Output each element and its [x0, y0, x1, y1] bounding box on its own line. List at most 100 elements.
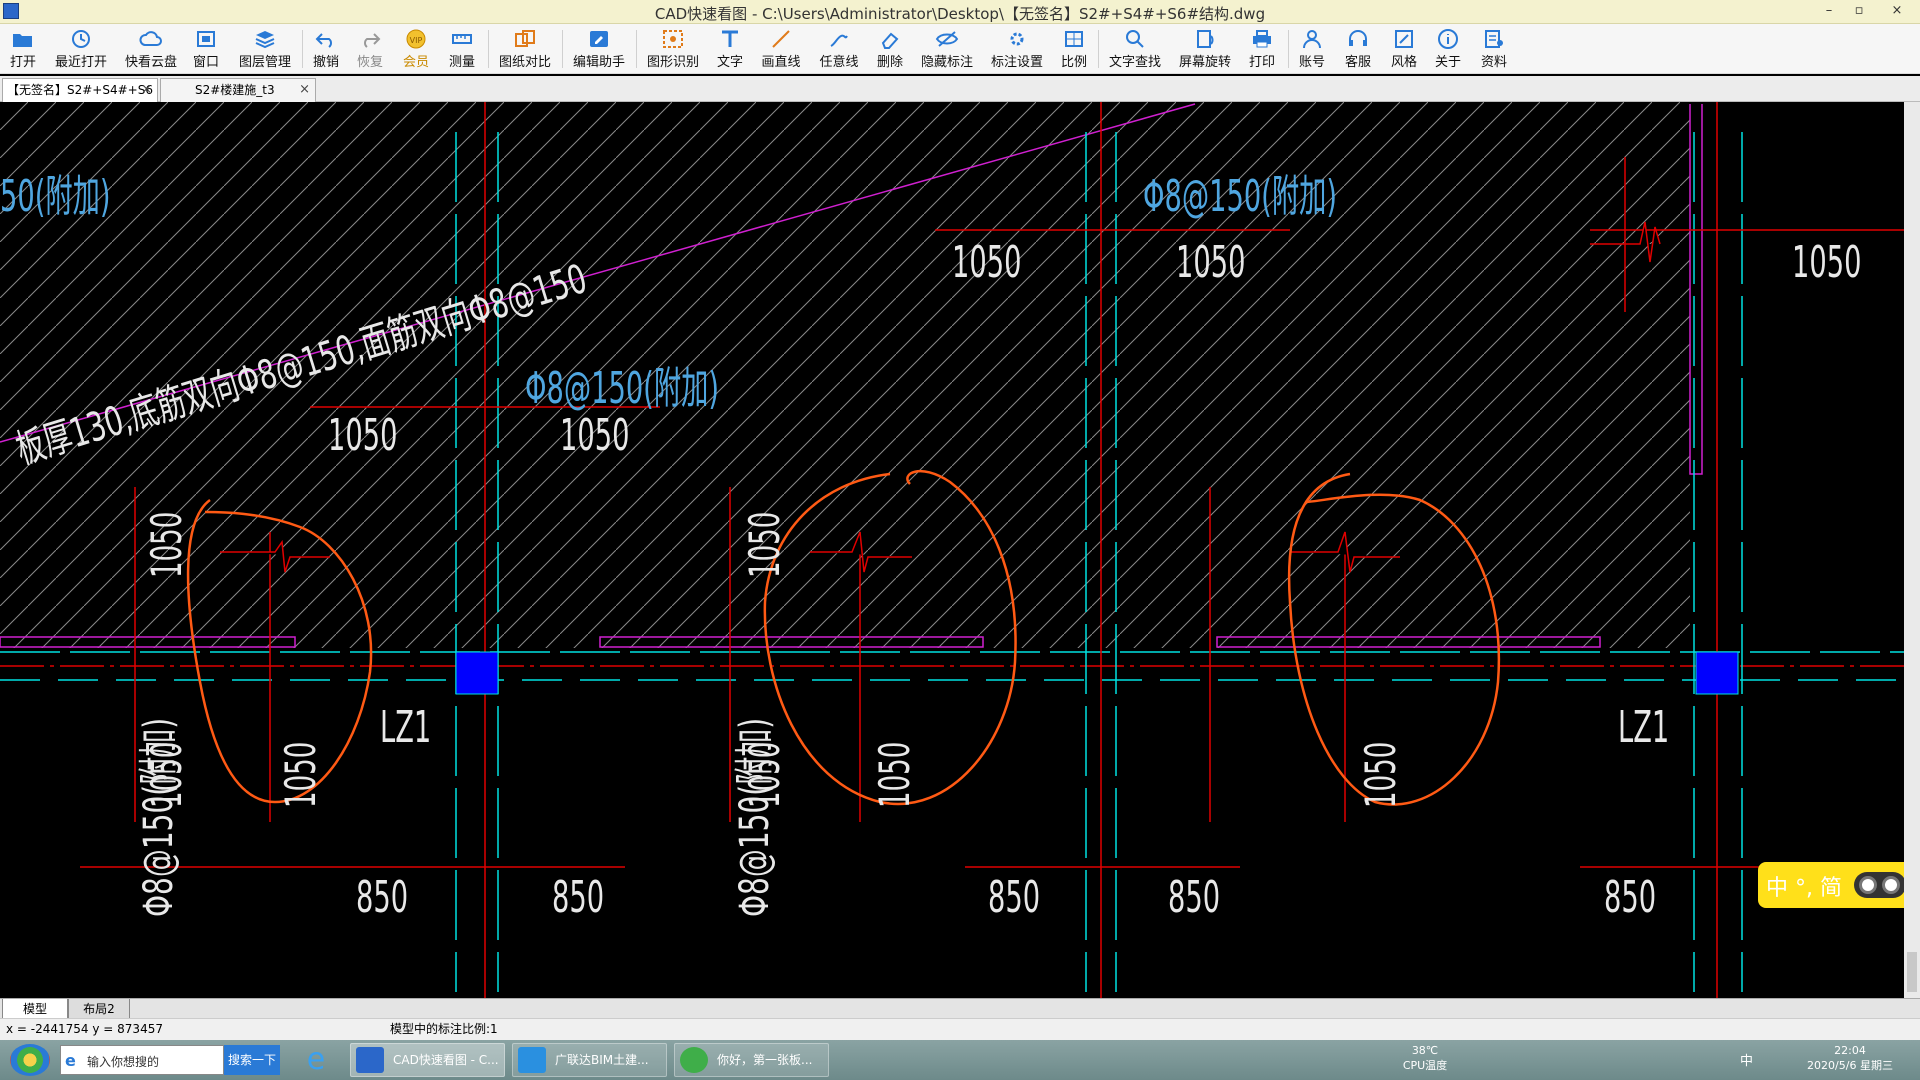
title-bar: CAD快速看图 - C:\Users\Administrator\Desktop…	[0, 0, 1920, 24]
style-icon	[1392, 28, 1416, 50]
cpu-temp: 38℃ CPU温度	[1400, 1044, 1450, 1073]
annotation-settings-button[interactable]: 标注设置	[990, 26, 1044, 72]
open-button[interactable]: 打开	[8, 26, 38, 72]
close-icon[interactable]: ×	[299, 79, 310, 101]
search-button[interactable]: 搜索一下	[224, 1045, 280, 1075]
resources-label: 资料	[1480, 55, 1507, 70]
search-input[interactable]: e 输入你想搜的	[60, 1045, 224, 1075]
delete-button[interactable]: 删除	[876, 26, 904, 72]
layers-button[interactable]: 图层管理	[238, 26, 292, 72]
text-label: 文字	[716, 55, 743, 70]
scrollbar-thumb[interactable]	[1907, 952, 1917, 992]
resources-icon	[1482, 28, 1506, 50]
info-icon	[1436, 28, 1460, 50]
cloud-icon	[139, 28, 163, 50]
dimension-text: 850	[552, 872, 605, 923]
eraser-icon	[878, 28, 902, 50]
task-cad[interactable]: CAD快速看图 - C...	[350, 1043, 505, 1077]
column-marker[interactable]	[455, 651, 499, 695]
start-button[interactable]	[10, 1044, 50, 1076]
text-button[interactable]: 文字	[716, 26, 744, 72]
dimension-text: 1050	[142, 511, 191, 578]
ie-browser-icon[interactable]: e	[300, 1044, 332, 1076]
tab-model[interactable]: 模型	[2, 999, 68, 1019]
tab-layout2[interactable]: 布局2	[68, 999, 130, 1019]
undo-button[interactable]: 撤销	[312, 26, 340, 72]
dimension-text: 850	[988, 872, 1041, 923]
recognize-label: 图形识别	[646, 55, 699, 70]
dimension-text: 1050	[560, 410, 630, 461]
redo-button[interactable]: 恢复	[356, 26, 384, 72]
measure-button[interactable]: 测量	[448, 26, 476, 72]
rebar-label: 50(附加)	[0, 171, 111, 222]
window-button[interactable]: 窗口	[192, 26, 220, 72]
vip-button[interactable]: VIP 会员	[402, 26, 430, 72]
support-button[interactable]: 客服	[1344, 26, 1372, 72]
restore-button[interactable]: ▫	[1846, 1, 1872, 21]
toolbar-separator	[1288, 30, 1289, 68]
task-bim-label: 广联达BIM土建...	[555, 1053, 649, 1067]
column-label: LZ1	[380, 702, 432, 753]
scale-label: 比例	[1060, 55, 1087, 70]
layers-label: 图层管理	[238, 55, 291, 70]
main-toolbar: 打开 最近打开 快看云盘 窗口 图层管理 撤销 恢复 VIP 会员 测量 图纸对…	[0, 24, 1920, 74]
rotate-screen-label: 屏幕旋转	[1178, 55, 1231, 70]
window-title: CAD快速看图 - C:\Users\Administrator\Desktop…	[654, 5, 1266, 23]
task-bim[interactable]: 广联达BIM土建...	[512, 1043, 667, 1077]
clock[interactable]: 22:04 2020/5/6 星期三	[1800, 1044, 1900, 1073]
text-icon	[718, 28, 742, 50]
account-button[interactable]: 账号	[1298, 26, 1326, 72]
browser-app-icon	[680, 1047, 708, 1073]
recognize-button[interactable]: 图形识别	[646, 26, 700, 72]
column-marker[interactable]	[1695, 651, 1739, 695]
cloud-button[interactable]: 快看云盘	[124, 26, 178, 72]
toolbar-separator	[1098, 30, 1099, 68]
dimension-text: 850	[1168, 872, 1221, 923]
dimension-text: 1050	[740, 741, 789, 808]
tab-document-1[interactable]: 【无签名】S2#+S4#+S6 ×	[2, 78, 158, 102]
hide-annotation-icon	[935, 28, 959, 50]
hide-annotation-button[interactable]: 隐藏标注	[920, 26, 974, 72]
dimension-text: 1050	[1792, 237, 1862, 288]
tab-document-2[interactable]: S2#楼建施_t3 ×	[160, 78, 316, 102]
window-icon	[194, 28, 218, 50]
task-browser[interactable]: 你好，第一张板...	[674, 1043, 829, 1077]
resources-button[interactable]: 资料	[1480, 26, 1508, 72]
text-search-button[interactable]: 文字查找	[1108, 26, 1162, 72]
annotation-settings-label: 标注设置	[990, 55, 1043, 70]
ime-status-bar[interactable]: 中 °, 简	[1758, 862, 1914, 908]
vertical-scrollbar[interactable]	[1904, 102, 1920, 998]
undo-icon	[314, 28, 338, 50]
ime-mascot-icon	[1854, 872, 1906, 898]
column-label: LZ1	[1618, 702, 1670, 753]
about-button[interactable]: 关于	[1434, 26, 1462, 72]
drawing-canvas[interactable]: 50(附加) Φ8@150(附加) Φ8@150(附加) 板厚130,底筋双向Φ…	[0, 102, 1904, 998]
close-icon[interactable]: ×	[141, 79, 152, 101]
clock-time: 22:04	[1834, 1044, 1866, 1057]
redo-icon	[358, 28, 382, 50]
rotate-screen-button[interactable]: 屏幕旋转	[1178, 26, 1232, 72]
style-button[interactable]: 风格	[1390, 26, 1418, 72]
support-label: 客服	[1344, 55, 1371, 70]
print-button[interactable]: 打印	[1248, 26, 1276, 72]
ime-tray-icon[interactable]: 中	[1740, 1050, 1753, 1069]
dimension-text: 1050	[1176, 237, 1246, 288]
recent-button[interactable]: 最近打开	[54, 26, 108, 72]
dimension-text: 1050	[276, 741, 325, 808]
scale-icon	[1062, 28, 1086, 50]
dimension-text: 1050	[328, 410, 398, 461]
minimize-button[interactable]: –	[1816, 1, 1842, 21]
redo-label: 恢复	[356, 55, 383, 70]
scale-button[interactable]: 比例	[1060, 26, 1088, 72]
vip-label: 会员	[402, 55, 429, 70]
compare-button[interactable]: 图纸对比	[498, 26, 552, 72]
freehand-button[interactable]: 任意线	[818, 26, 860, 72]
account-label: 账号	[1298, 55, 1325, 70]
line-button[interactable]: 画直线	[760, 26, 802, 72]
hide-annotation-label: 隐藏标注	[920, 55, 973, 70]
close-button[interactable]: ×	[1884, 1, 1910, 21]
edit-assistant-button[interactable]: 编辑助手	[572, 26, 626, 72]
recognize-icon	[661, 28, 685, 50]
freehand-label: 任意线	[819, 55, 859, 70]
ie-icon: e	[65, 1051, 76, 1070]
